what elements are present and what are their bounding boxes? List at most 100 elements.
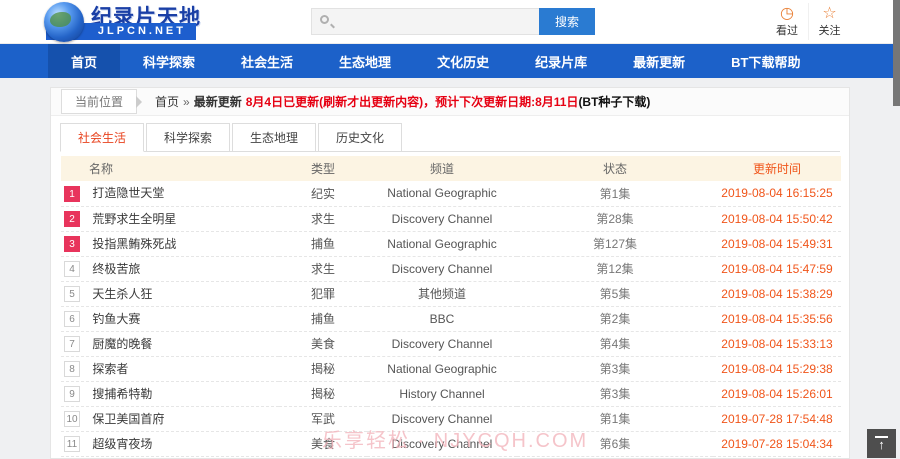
documentary-link[interactable]: 投指黑鲔殊死战	[92, 237, 176, 251]
documentary-link[interactable]: 厨魔的晚餐	[92, 337, 152, 351]
table-row: 7 厨魔的晚餐 美食 Discovery Channel 第4集 2019-08…	[61, 331, 841, 356]
table-header-row: 名称 类型 频道 状态 更新时间	[61, 156, 841, 181]
type-cell: 美食	[310, 437, 335, 451]
channel-cell: Discovery Channel	[391, 261, 493, 276]
breadcrumb-separator: »	[183, 94, 190, 109]
type-cell: 捕鱼	[310, 237, 335, 251]
status-cell: 第12集	[596, 262, 634, 276]
status-cell: 第4集	[599, 337, 631, 351]
table-row: 6 钓鱼大赛 捕鱼 BBC 第2集 2019-08-04 15:35:56	[61, 306, 841, 331]
follow-label: 关注	[818, 25, 841, 37]
rank-badge: 10	[64, 411, 80, 428]
type-cell: 犯罪	[310, 287, 335, 301]
table-row: 5 天生杀人狂 犯罪 其他频道 第5集 2019-08-04 15:38:29	[61, 281, 841, 306]
documentary-link[interactable]: 搜捕希特勒	[92, 387, 152, 401]
channel-cell: Discovery Channel	[391, 411, 493, 426]
rank-badge: 3	[64, 236, 80, 253]
nav-item[interactable]: 首页	[48, 44, 121, 78]
up-arrow-icon: ↑	[878, 437, 885, 452]
updated-cell: 2019-08-04 15:33:13	[721, 336, 833, 351]
search-bar: 搜索	[311, 8, 595, 35]
status-cell: 第1集	[599, 412, 631, 426]
channel-cell: History Channel	[399, 386, 485, 401]
site-logo[interactable]: 纪录片天地 JLPCN.NET	[44, 0, 249, 44]
star-icon: ☆	[822, 5, 837, 22]
rank-badge: 6	[64, 311, 80, 328]
channel-cell: Discovery Channel	[391, 211, 493, 226]
status-cell: 第5集	[599, 287, 631, 301]
name-cell: 7 厨魔的晚餐	[61, 331, 279, 356]
name-cell: 1 打造隐世天堂	[61, 181, 279, 206]
name-cell: 2 荒野求生全明星	[61, 206, 279, 231]
table-row: 3 投指黑鲔殊死战 捕鱼 National Geographic 第127集 2…	[61, 231, 841, 256]
search-button[interactable]: 搜索	[539, 8, 595, 35]
nav-item[interactable]: 生态地理	[316, 44, 414, 78]
rank-badge: 5	[64, 286, 80, 303]
header-actions: ◷ 看过 ☆ 关注	[766, 3, 850, 40]
nav-item[interactable]: 社会生活	[218, 44, 316, 78]
search-icon	[320, 15, 329, 24]
type-cell: 揭秘	[310, 362, 335, 376]
category-tab[interactable]: 历史文化	[318, 123, 402, 152]
documentary-link[interactable]: 保卫美国首府	[92, 412, 164, 426]
name-cell: 3 投指黑鲔殊死战	[61, 231, 279, 256]
documentary-link[interactable]: 探索者	[92, 362, 128, 376]
content-card: 当前位置 首页 » 最新更新 8月4日已更新(刷新才出更新内容)，预计下次更新日…	[50, 87, 850, 459]
nav-item[interactable]: 纪录片库	[512, 44, 610, 78]
documentary-link[interactable]: 钓鱼大赛	[92, 312, 140, 326]
breadcrumb-home-link[interactable]: 首页	[155, 93, 179, 110]
bt-download-note: (BT种子下载)	[578, 95, 651, 109]
column-header-name: 名称	[89, 162, 114, 176]
category-tab[interactable]: 生态地理	[232, 123, 316, 152]
type-cell: 求生	[310, 262, 335, 276]
status-cell: 第3集	[599, 362, 631, 376]
rank-badge: 2	[64, 211, 80, 228]
nav-item[interactable]: BT下载帮助	[708, 44, 823, 78]
column-header-channel: 频道	[429, 162, 454, 176]
site-header: 纪录片天地 JLPCN.NET 搜索 ◷ 看过 ☆ 关注	[0, 0, 900, 44]
breadcrumb: 当前位置 首页 » 最新更新 8月4日已更新(刷新才出更新内容)，预计下次更新日…	[51, 88, 849, 116]
documentary-link[interactable]: 打造隐世天堂	[92, 186, 164, 200]
rank-badge: 11	[64, 436, 80, 453]
table-row: 2 荒野求生全明星 求生 Discovery Channel 第28集 2019…	[61, 206, 841, 231]
nav-item[interactable]: 科学探索	[120, 44, 218, 78]
name-cell: 6 钓鱼大赛	[61, 306, 279, 331]
documentary-link[interactable]: 荒野求生全明星	[92, 212, 176, 226]
name-cell: 9 搜捕希特勒	[61, 381, 279, 406]
back-to-top-button[interactable]: ↑	[867, 429, 896, 458]
documentary-link[interactable]: 天生杀人狂	[92, 287, 152, 301]
channel-cell: National Geographic	[387, 361, 497, 376]
rank-badge: 9	[64, 386, 80, 403]
watched-button[interactable]: ◷ 看过	[766, 3, 808, 40]
table-row: 8 探索者 揭秘 National Geographic 第3集 2019-08…	[61, 356, 841, 381]
category-tab[interactable]: 社会生活	[60, 123, 144, 152]
name-cell: 8 探索者	[61, 356, 279, 381]
column-header-updated: 更新时间	[752, 162, 801, 176]
status-cell: 第1集	[599, 186, 631, 201]
updated-cell: 2019-08-04 15:49:31	[721, 236, 833, 251]
breadcrumb-section: 最新更新	[193, 95, 242, 109]
current-location-label: 当前位置	[61, 89, 143, 114]
documentary-link[interactable]: 终极苦旅	[92, 262, 140, 276]
updated-cell: 2019-08-04 15:26:01	[721, 386, 833, 401]
name-cell: 5 天生杀人狂	[61, 281, 279, 306]
type-cell: 求生	[310, 212, 335, 226]
status-cell: 第28集	[596, 212, 634, 226]
type-cell: 揭秘	[310, 387, 335, 401]
table-row: 10 保卫美国首府 军武 Discovery Channel 第1集 2019-…	[61, 406, 841, 431]
channel-cell: Discovery Channel	[391, 336, 493, 351]
rank-badge: 4	[64, 261, 80, 278]
nav-item[interactable]: 最新更新	[610, 44, 708, 78]
category-tabs: 社会生活 科学探索 生态地理 历史文化	[60, 123, 840, 152]
type-cell: 捕鱼	[310, 312, 335, 326]
category-tab[interactable]: 科学探索	[146, 123, 230, 152]
table-row: 1 打造隐世天堂 纪实 National Geographic 第1集 2019…	[61, 181, 841, 206]
channel-cell: Discovery Channel	[391, 436, 493, 451]
nav-item[interactable]: 文化历史	[414, 44, 512, 78]
follow-button[interactable]: ☆ 关注	[808, 3, 850, 40]
rank-badge: 1	[64, 186, 80, 203]
search-input[interactable]	[311, 8, 539, 35]
channel-cell: National Geographic	[387, 186, 497, 201]
scrollbar-thumb[interactable]	[893, 0, 900, 106]
documentary-link[interactable]: 超级宵夜场	[92, 437, 152, 451]
